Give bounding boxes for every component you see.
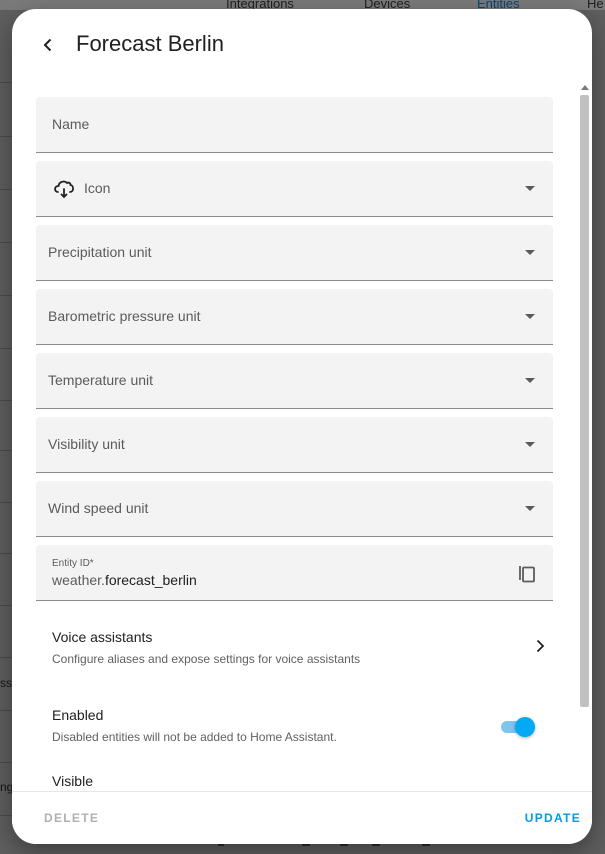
background-row-divider <box>0 450 12 451</box>
background-row-divider <box>0 502 12 503</box>
background-row-divider <box>0 710 12 711</box>
icon-field[interactable]: Icon <box>36 161 553 217</box>
voice-assistants-title: Voice assistants <box>52 629 153 645</box>
cloud-sync-icon <box>54 180 74 199</box>
caret-down-icon <box>525 378 535 383</box>
back-button[interactable] <box>32 29 64 61</box>
name-field[interactable]: Name <box>36 97 553 153</box>
visible-row: Visible <box>52 773 552 789</box>
background-row-divider <box>0 762 12 763</box>
toggle-thumb <box>515 717 535 737</box>
background-row-divider <box>0 400 12 401</box>
visible-title: Visible <box>52 773 93 789</box>
temperature-unit-label: Temperature unit <box>48 372 154 388</box>
background-row-divider <box>0 82 12 83</box>
scroll-up-arrow-icon[interactable] <box>581 85 589 90</box>
barometric-pressure-unit-label: Barometric pressure unit <box>48 308 201 324</box>
caret-down-icon <box>525 314 535 319</box>
dialog-footer: DELETE UPDATE <box>12 791 592 844</box>
background-row-divider <box>0 242 12 243</box>
background-row-divider <box>0 348 12 349</box>
precipitation-unit-label: Precipitation unit <box>48 244 152 260</box>
entity-id-object-id: forecast_berlin <box>104 572 197 588</box>
copy-icon[interactable] <box>517 562 537 584</box>
dialog-scrollbar[interactable] <box>578 81 592 844</box>
voice-assistants-row[interactable]: Voice assistants Configure aliases and e… <box>52 629 552 666</box>
entity-id-label: Entity ID* <box>52 558 94 569</box>
chevron-right-icon <box>536 639 545 653</box>
entity-settings-dialog: Forecast Berlin Name Icon Precipitation … <box>12 9 592 844</box>
background-row-divider <box>0 553 12 554</box>
precipitation-unit-select[interactable]: Precipitation unit <box>36 225 553 281</box>
background-row-divider <box>0 657 12 658</box>
background-row-divider <box>0 605 12 606</box>
caret-down-icon <box>525 250 535 255</box>
name-field-label: Name <box>52 116 90 132</box>
enabled-row: Enabled Disabled entities will not be ad… <box>52 707 552 744</box>
background-row-divider <box>0 189 12 190</box>
dialog-header: Forecast Berlin <box>12 9 592 81</box>
icon-field-label: Icon <box>84 180 111 196</box>
update-button[interactable]: UPDATE <box>525 811 581 825</box>
enabled-subtitle: Disabled entities will not be added to H… <box>52 730 337 744</box>
caret-down-icon <box>525 506 535 511</box>
barometric-pressure-unit-select[interactable]: Barometric pressure unit <box>36 289 553 345</box>
wind-speed-unit-label: Wind speed unit <box>48 500 149 516</box>
chevron-left-icon <box>43 38 52 52</box>
caret-down-icon <box>525 186 535 191</box>
entity-id-field[interactable]: Entity ID* weather.forecast_berlin <box>36 545 553 601</box>
entity-id-value: weather.forecast_berlin <box>52 572 197 588</box>
caret-down-icon <box>525 442 535 447</box>
enabled-toggle[interactable] <box>499 716 537 738</box>
enabled-title: Enabled <box>52 707 104 723</box>
voice-assistants-subtitle: Configure aliases and expose settings fo… <box>52 652 361 666</box>
scrollbar-thumb[interactable] <box>580 95 589 707</box>
delete-button[interactable]: DELETE <box>44 811 99 825</box>
background-row-divider <box>0 295 12 296</box>
dialog-title: Forecast Berlin <box>76 31 224 56</box>
background-row-divider <box>0 815 12 816</box>
background-row-text: ss <box>0 676 12 690</box>
visibility-unit-select[interactable]: Visibility unit <box>36 417 553 473</box>
visibility-unit-label: Visibility unit <box>48 436 125 452</box>
wind-speed-unit-select[interactable]: Wind speed unit <box>36 481 553 537</box>
background-row-divider <box>0 136 12 137</box>
temperature-unit-select[interactable]: Temperature unit <box>36 353 553 409</box>
entity-id-prefix: weather. <box>52 572 105 588</box>
